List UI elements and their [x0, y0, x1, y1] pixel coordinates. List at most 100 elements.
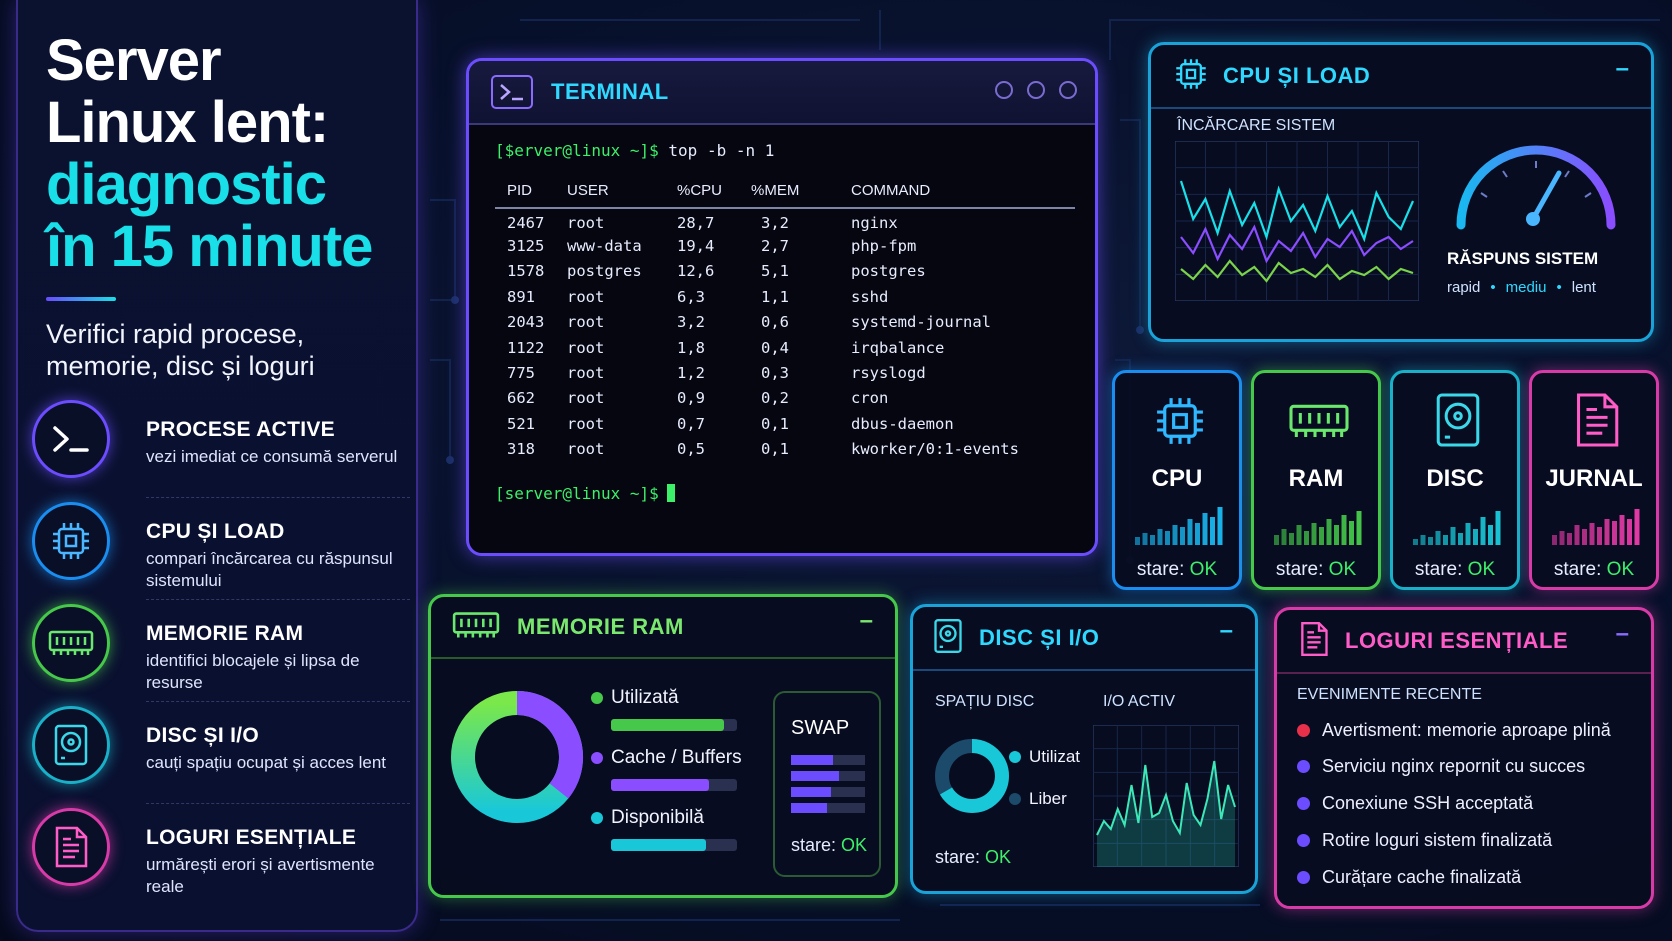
mini-bar [1480, 517, 1486, 545]
logs-panel[interactable]: LOGURI ESENȚIALE – EVENIMENTE RECENTE Av… [1274, 607, 1654, 909]
log-file-icon [1577, 393, 1619, 447]
table-cell: 0,5 [677, 440, 705, 459]
mini-bar [1202, 513, 1208, 545]
status-card-journal[interactable]: JURNAL stare: OK [1529, 370, 1659, 590]
log-event[interactable]: Serviciu nginx repornit cu succes [1297, 756, 1585, 777]
minimize-button[interactable]: – [1616, 620, 1629, 648]
terminal-window[interactable]: TERMINAL [$erver@linux ~]$ top -b -n 1 P… [466, 58, 1098, 556]
log-text: Serviciu nginx repornit cu succes [1322, 756, 1586, 776]
mini-bar [1495, 511, 1501, 545]
title-underline [46, 297, 116, 301]
minimize-button[interactable]: – [1220, 617, 1233, 645]
log-text: Curățare cache finalizată [1322, 867, 1522, 887]
table-cell: 0,9 [677, 389, 705, 408]
severity-dot [1297, 724, 1310, 737]
command-line: [$erver@linux ~]$ top -b -n 1 [495, 141, 1075, 160]
state-value: OK [1467, 559, 1496, 580]
card-title: CPU [1151, 465, 1203, 492]
table-cell: 1,8 [677, 338, 705, 357]
log-text: Conexiune SSH acceptată [1322, 793, 1534, 813]
column-header: USER [567, 182, 677, 209]
window-dot-button[interactable] [1027, 81, 1045, 99]
feature-title: PROCESE ACTIVE [146, 418, 335, 441]
table-cell: 2,7 [761, 237, 789, 256]
mini-bar [1488, 525, 1493, 545]
mini-bar [1443, 535, 1448, 545]
mini-bar [1413, 539, 1418, 545]
mini-bar [1582, 529, 1587, 545]
feature-item-disc[interactable]: DISC ȘI I/O cauți spațiu ocupat și acces… [32, 706, 410, 808]
table-row: 318 root 0,5 0,1 kworker/0:1-events [495, 437, 1075, 462]
table-cell: 1122 [507, 338, 545, 357]
window-dot-button[interactable] [995, 81, 1013, 99]
window-dot-button[interactable] [1059, 81, 1077, 99]
state-label: stare: [1275, 559, 1324, 580]
memory-ram-panel[interactable]: MEMORIE RAM – Utilizată Cache / Buffers … [428, 594, 898, 898]
state-value: OK [985, 847, 1012, 867]
mini-bar [1326, 519, 1332, 545]
card-title: DISC [1426, 465, 1484, 492]
table-cell: 3,2 [677, 313, 705, 332]
log-event[interactable]: Conexiune SSH acceptată [1297, 793, 1533, 814]
load-chart [1175, 141, 1419, 301]
terminal-icon [32, 400, 110, 478]
ram-module-icon [451, 608, 501, 647]
swap-box: SWAP stare: OK [773, 691, 881, 877]
table-cell: 0,2 [761, 389, 789, 408]
state-value: OK [1189, 559, 1218, 580]
minimize-button[interactable]: – [860, 607, 873, 635]
table-cell: 662 [507, 389, 535, 408]
feature-item-logs[interactable]: LOGURI ESENȚIALE urmărești erori și aver… [32, 808, 410, 910]
log-text: Avertisment: memorie aproape plină [1322, 720, 1611, 740]
table-cell: 3125 [507, 237, 545, 256]
log-event[interactable]: Curățare cache finalizată [1297, 867, 1521, 888]
window-controls [995, 81, 1077, 99]
legend-dot [591, 692, 603, 704]
table-cell: 5,1 [761, 262, 789, 281]
status-card-ram[interactable]: RAM stare: OK [1251, 370, 1381, 590]
table-cell: 775 [507, 364, 535, 383]
legend-label: Liber [1029, 789, 1067, 808]
feature-item-cpu[interactable]: CPU ȘI LOAD compari încărcarea cu răspun… [32, 502, 410, 604]
swap-bars [791, 755, 865, 813]
feature-list: PROCESE ACTIVE vezi imediat ce consumă s… [32, 400, 410, 910]
log-event[interactable]: Avertisment: memorie aproape plină [1297, 720, 1611, 741]
feature-desc: vezi imediat ce consumă serverul [146, 447, 398, 466]
state-value: OK [1606, 559, 1635, 580]
status-card-cpu[interactable]: CPU stare: OK [1112, 370, 1242, 590]
hard-disk-icon [1436, 393, 1480, 447]
state-label: stare: [1553, 559, 1602, 580]
mini-bar [1458, 533, 1463, 545]
table-cell: root [567, 214, 605, 233]
gauge-title: RĂSPUNS SISTEM [1447, 249, 1599, 268]
table-row: 1578 postgres 12,6 5,1 postgres [495, 259, 1075, 284]
feature-desc: urmărești erori și avertismente reale [146, 855, 375, 896]
terminal-icon [491, 75, 533, 109]
status-card-disc[interactable]: DISC stare: OK [1390, 370, 1520, 590]
table-cell: systemd-journal [851, 313, 991, 332]
feature-item-ram[interactable]: MEMORIE RAM identifici blocajele și lips… [32, 604, 410, 706]
mini-bar [1217, 507, 1223, 545]
legend-available: Disponibilă [591, 807, 704, 829]
disc-donut-chart [935, 739, 1009, 813]
log-file-icon [32, 808, 110, 886]
disc-io-panel[interactable]: DISC ȘI I/O – SPAȚIU DISC I/O ACTIV Util… [910, 604, 1258, 894]
card-state: stare: OK [1254, 559, 1378, 581]
mini-bar [1612, 521, 1617, 545]
cpu-load-panel[interactable]: CPU ȘI LOAD – ÎNCĂRCARE SISTEM RĂSPUNS S… [1148, 42, 1654, 342]
minimize-button[interactable]: – [1616, 55, 1629, 83]
log-event[interactable]: Rotire loguri sistem finalizată [1297, 830, 1552, 851]
feature-item-processes[interactable]: PROCESE ACTIVE vezi imediat ce consumă s… [32, 400, 410, 502]
mini-bar [1311, 523, 1317, 545]
card-title: RAM [1288, 465, 1344, 492]
legend-dot [591, 752, 603, 764]
mini-bar [1450, 527, 1456, 545]
mini-bar [1172, 525, 1178, 545]
mini-bar [1157, 529, 1163, 545]
table-row: 1122 root 1,8 0,4 irqbalance [495, 335, 1075, 360]
terminal-body[interactable]: [$erver@linux ~]$ top -b -n 1 PID USER %… [495, 141, 1075, 503]
table-cell: 0,4 [761, 338, 789, 357]
prompt: [server@linux ~]$ [495, 483, 659, 503]
column-header: COMMAND [851, 182, 1075, 209]
table-cell: root [567, 440, 605, 459]
